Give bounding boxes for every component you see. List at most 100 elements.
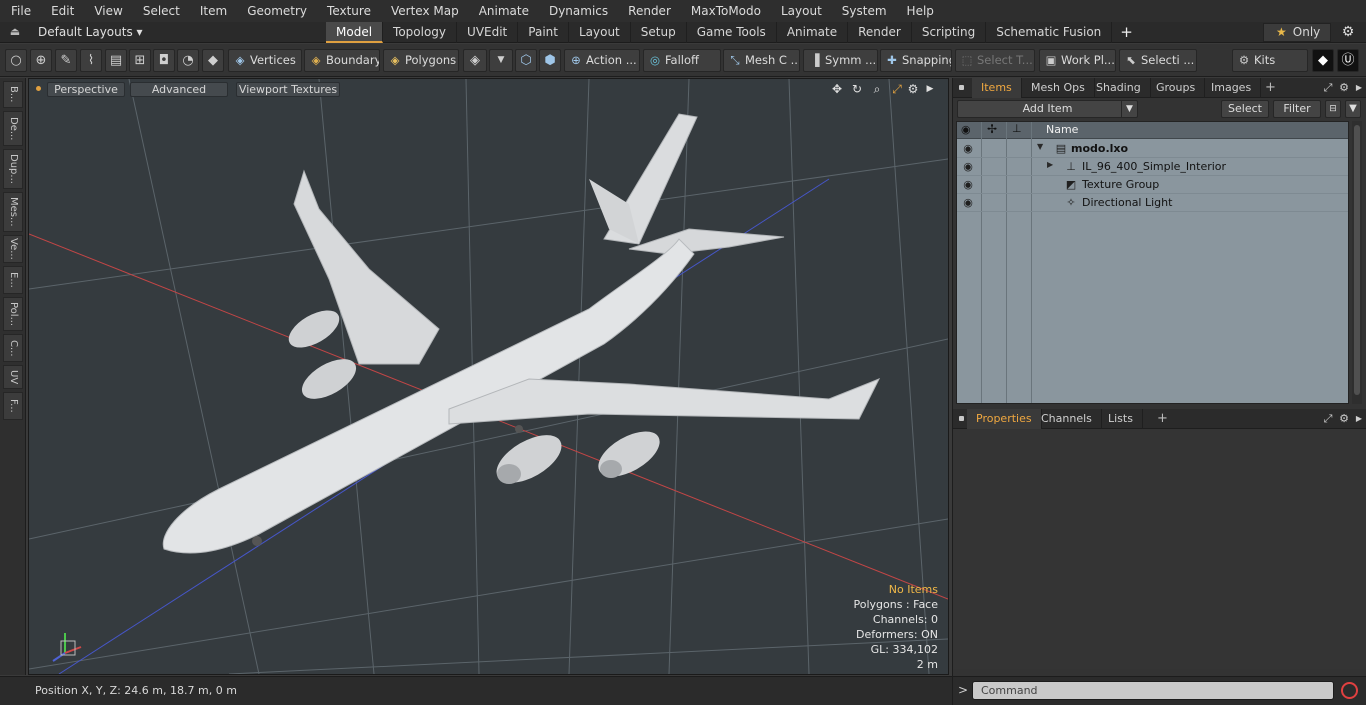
symmetry-button[interactable]: ▐ Symm ... (803, 49, 878, 72)
tab-layout[interactable]: Layout (569, 22, 631, 43)
menu-view[interactable]: View (84, 0, 132, 22)
left-tab-6[interactable]: Pol... (3, 297, 23, 331)
menu-geometry[interactable]: Geometry (237, 0, 317, 22)
menu-edit[interactable]: Edit (41, 0, 84, 22)
left-tab-5[interactable]: E... (3, 266, 23, 294)
add-tab-button[interactable]: + (1256, 78, 1285, 98)
menu-vertex-map[interactable]: Vertex Map (381, 0, 469, 22)
globe-icon[interactable]: ⊕ (30, 49, 52, 72)
selection-sets-button[interactable]: ⬉ Selecti ... (1119, 49, 1197, 72)
boundary-button[interactable]: ◈ Boundary (304, 49, 380, 72)
record-icon[interactable] (1341, 682, 1358, 699)
align-icon[interactable]: ▤ (105, 49, 127, 72)
menu-maxtomodo[interactable]: MaxToModo (681, 0, 771, 22)
advanced-button[interactable]: Advanced (130, 82, 228, 97)
frame-icon[interactable]: ◘ (153, 49, 175, 72)
move-view-icon[interactable]: ✥ (829, 81, 845, 97)
maximize-icon[interactable]: ⤢ (1321, 80, 1335, 96)
tab-render[interactable]: Render (848, 22, 912, 43)
tab-model[interactable]: Model (326, 22, 384, 43)
left-tab-8[interactable]: UV (3, 365, 23, 389)
tree-row-texture-group[interactable]: ◉ ◩ Texture Group (957, 176, 1348, 194)
menu-animate[interactable]: Animate (469, 0, 539, 22)
tree-vertical-scrollbar[interactable] (1352, 121, 1362, 404)
scrollbar-thumb[interactable] (1354, 125, 1360, 395)
left-tab-4[interactable]: Ve... (3, 235, 23, 263)
vertices-button[interactable]: ◈ Vertices (228, 49, 302, 72)
left-tab-1[interactable]: De... (3, 111, 23, 146)
menu-help[interactable]: Help (897, 0, 944, 22)
menu-dynamics[interactable]: Dynamics (539, 0, 618, 22)
add-tab-button[interactable]: + (1148, 409, 1177, 429)
symmetry-icon[interactable]: ⬡ (515, 49, 537, 72)
tab-images[interactable]: Images (1202, 78, 1262, 98)
item-mode-icon[interactable]: ◆ (202, 49, 224, 72)
command-input[interactable]: Command (972, 681, 1334, 700)
rotate-view-icon[interactable]: ↻ (849, 81, 865, 97)
menu-system[interactable]: System (832, 0, 897, 22)
fit-view-icon[interactable]: ⤢ (889, 81, 905, 97)
left-tab-3[interactable]: Mes... (3, 192, 23, 232)
tab-items[interactable]: Items (972, 78, 1022, 98)
tree-row-light[interactable]: ◉ ✧ Directional Light (957, 194, 1348, 212)
chevron-down-icon[interactable]: ▼ (1121, 101, 1137, 117)
tab-shading[interactable]: Shading (1087, 78, 1151, 98)
tab-schematic-fusion[interactable]: Schematic Fusion (986, 22, 1113, 43)
collapse-icon[interactable]: ⊟ (1325, 100, 1341, 118)
circle-select-icon[interactable]: ○ (5, 49, 27, 72)
eye-icon[interactable]: ◉ (961, 160, 975, 174)
tab-setup[interactable]: Setup (631, 22, 687, 43)
panel-menu-dot[interactable] (959, 416, 964, 421)
panel-arrow-icon[interactable]: ▶ (1352, 411, 1366, 427)
filter-button[interactable]: Filter (1273, 100, 1321, 118)
menu-layout[interactable]: Layout (771, 0, 832, 22)
only-button[interactable]: ★ Only (1263, 23, 1331, 42)
tab-mesh-ops[interactable]: Mesh Ops (1022, 78, 1095, 98)
menu-render[interactable]: Render (618, 0, 681, 22)
tab-channels[interactable]: Channels (1032, 409, 1102, 429)
menu-file[interactable]: File (0, 0, 41, 22)
chevron-down-icon[interactable]: ▼ (489, 49, 513, 72)
tab-game-tools[interactable]: Game Tools (687, 22, 777, 43)
tab-groups[interactable]: Groups (1147, 78, 1206, 98)
unreal-icon[interactable]: Ⓤ (1337, 49, 1359, 72)
left-tab-2[interactable]: Dup... (3, 149, 23, 189)
left-tab-9[interactable]: F... (3, 392, 23, 420)
tab-properties[interactable]: Properties (967, 409, 1042, 429)
pen-icon[interactable]: ✎ (55, 49, 77, 72)
viewport-menu-dot[interactable] (36, 86, 41, 91)
select-button[interactable]: Select (1221, 100, 1269, 118)
select-through-button[interactable]: ⬚ Select T... (955, 49, 1035, 72)
tree-row-mesh[interactable]: ◉ ▶ ⊥ IL_96_400_Simple_Interior (957, 158, 1348, 176)
maximize-icon[interactable]: ⤢ (1321, 411, 1335, 427)
brush-icon[interactable]: ⌇ (80, 49, 102, 72)
expand-arrow-icon[interactable]: ▶ (922, 81, 938, 97)
material-icon[interactable]: ◈ (463, 49, 487, 72)
polygons-button[interactable]: ◈ Polygons (383, 49, 459, 72)
viewport-textures-button[interactable]: Viewport Textures (236, 82, 340, 97)
pivot-icon[interactable]: ⬢ (539, 49, 561, 72)
tree-row-scene[interactable]: ◉ ▼ ▤ modo.lxo (957, 140, 1348, 158)
tab-animate[interactable]: Animate (777, 22, 849, 43)
kits-button[interactable]: ⚙ Kits (1232, 49, 1308, 72)
grid-snap-icon[interactable]: ⊞ (129, 49, 151, 72)
menu-select[interactable]: Select (133, 0, 190, 22)
layout-home-icon[interactable]: ⏏ (8, 25, 22, 39)
eye-icon[interactable]: ◉ (961, 196, 975, 210)
action-button[interactable]: ⊕ Action ... (564, 49, 640, 72)
work-plane-button[interactable]: ▣ Work Pl... (1039, 49, 1116, 72)
perspective-button[interactable]: Perspective (47, 82, 125, 97)
add-item-button[interactable]: Add Item ▼ (957, 100, 1138, 118)
snapping-button[interactable]: ✚ Snapping (880, 49, 952, 72)
filter-funnel-icon[interactable]: ▼ (1345, 100, 1361, 118)
tab-uvedit[interactable]: UVEdit (457, 22, 519, 43)
zoom-icon[interactable]: ⌕ (869, 81, 885, 97)
menu-item[interactable]: Item (190, 0, 237, 22)
eye-icon[interactable]: ◉ (961, 178, 975, 192)
airplane-model[interactable] (162, 113, 881, 554)
tab-lists[interactable]: Lists (1099, 409, 1143, 429)
falloff-button[interactable]: ◎ Falloff (643, 49, 721, 72)
add-layout-tab-button[interactable]: + (1112, 22, 1141, 43)
left-tab-0[interactable]: B... (3, 81, 23, 108)
panel-gear-icon[interactable]: ⚙ (1337, 411, 1351, 427)
